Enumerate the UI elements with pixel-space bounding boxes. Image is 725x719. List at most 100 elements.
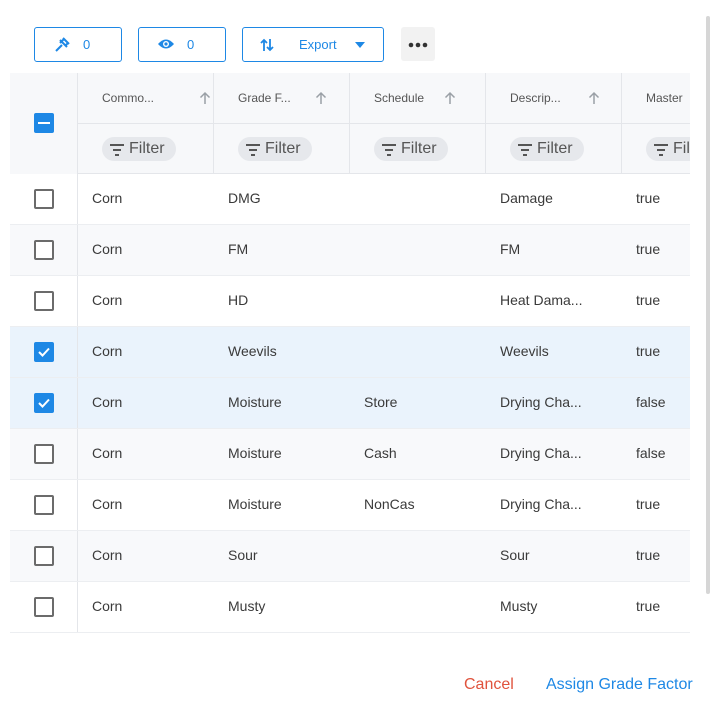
cell-commodity: Corn: [92, 292, 123, 308]
sort-arrow-up-icon[interactable]: [315, 91, 327, 108]
export-label: Export: [299, 37, 337, 52]
table-row[interactable]: Corn Sour Sour true: [10, 531, 690, 582]
cell-master: true: [636, 190, 661, 206]
column-header-label: Grade F...: [238, 91, 291, 105]
table-row[interactable]: Corn Moisture Cash Drying Cha... false: [10, 429, 690, 480]
row-select-cell: [10, 225, 78, 275]
row-checkbox[interactable]: [34, 240, 54, 260]
row-checkbox[interactable]: [34, 189, 54, 209]
filter-label: Filter: [129, 140, 165, 157]
row-select-cell: [10, 174, 78, 224]
select-all-checkbox[interactable]: [34, 113, 54, 133]
column-header-label: Schedule: [374, 91, 425, 105]
filter-label: Filter: [265, 140, 301, 157]
check-icon: [38, 398, 50, 408]
cell-grade-factor: HD: [228, 292, 249, 308]
row-select-cell: [10, 480, 78, 530]
swap-vertical-icon: [259, 37, 275, 53]
column-header[interactable]: Master: [622, 73, 690, 124]
more-horizontal-icon: [408, 35, 428, 53]
filter-button[interactable]: Filter: [646, 137, 690, 161]
cell-description: Weevils: [500, 343, 549, 359]
cell-master: true: [636, 496, 661, 512]
cell-master: false: [636, 394, 666, 410]
cell-schedule: Store: [364, 394, 398, 410]
visible-columns-button[interactable]: 0: [138, 27, 226, 62]
cell-schedule: NonCas: [364, 496, 415, 512]
table-row[interactable]: Corn Weevils Weevils true: [10, 327, 690, 378]
table-row[interactable]: Corn Moisture NonCas Drying Cha... true: [10, 480, 690, 531]
filter-label: Filter: [401, 140, 437, 157]
filter-icon: [518, 143, 532, 161]
pin-icon: [53, 36, 71, 54]
row-checkbox[interactable]: [34, 342, 54, 362]
filter-button[interactable]: Filter: [102, 137, 176, 161]
cell-description: FM: [500, 241, 521, 257]
table-row[interactable]: Corn Musty Musty true: [10, 582, 690, 633]
filter-cell: Filter: [622, 124, 690, 174]
caret-down-icon: [355, 42, 365, 48]
cell-description: Damage: [500, 190, 553, 206]
assign-grade-factor-button[interactable]: Assign Grade Factor: [546, 676, 693, 694]
eye-icon: [157, 37, 175, 51]
grade-factor-grid-panel: 0 0 Export Commo... Filter Grade F... Fi…: [10, 16, 690, 646]
cell-description: Sour: [500, 547, 530, 563]
pinned-count: 0: [83, 37, 91, 52]
row-checkbox[interactable]: [34, 444, 54, 464]
filter-cell: Filter: [214, 124, 350, 174]
filter-button[interactable]: Filter: [374, 137, 448, 161]
filter-icon: [654, 143, 668, 161]
row-checkbox[interactable]: [34, 495, 54, 515]
table-row[interactable]: Corn DMG Damage true: [10, 174, 690, 225]
table-row[interactable]: Corn HD Heat Dama... true: [10, 276, 690, 327]
column-header-label: Commo...: [102, 91, 155, 105]
cell-grade-factor: Musty: [228, 598, 266, 614]
cell-grade-factor: Sour: [228, 547, 258, 563]
cell-commodity: Corn: [92, 496, 123, 512]
cell-description: Heat Dama...: [500, 292, 583, 308]
cell-description: Drying Cha...: [500, 496, 582, 512]
cancel-button[interactable]: Cancel: [464, 676, 514, 694]
filter-button[interactable]: Filter: [238, 137, 312, 161]
row-checkbox[interactable]: [34, 546, 54, 566]
column-header[interactable]: Schedule: [350, 73, 486, 124]
more-options-button[interactable]: [401, 27, 435, 61]
sort-arrow-up-icon[interactable]: [588, 91, 600, 108]
column-header-label: Descrip...: [510, 91, 561, 105]
select-all-cell: [10, 73, 78, 174]
table-row[interactable]: Corn FM FM true: [10, 225, 690, 276]
column-header[interactable]: Commo...: [78, 73, 214, 124]
column-header[interactable]: Descrip...: [486, 73, 622, 124]
sort-arrow-up-icon[interactable]: [444, 91, 456, 108]
cell-description: Musty: [500, 598, 538, 614]
row-select-cell: [10, 429, 78, 479]
visible-count: 0: [187, 37, 195, 52]
cell-commodity: Corn: [92, 598, 123, 614]
cell-master: true: [636, 241, 661, 257]
vertical-scrollbar[interactable]: [706, 16, 710, 594]
cell-master: true: [636, 343, 661, 359]
cell-grade-factor: Moisture: [228, 394, 282, 410]
cell-grade-factor: FM: [228, 241, 249, 257]
row-select-cell: [10, 378, 78, 428]
row-checkbox[interactable]: [34, 291, 54, 311]
row-select-cell: [10, 276, 78, 326]
cell-grade-factor: Moisture: [228, 445, 282, 461]
column-header[interactable]: Grade F...: [214, 73, 350, 124]
cell-commodity: Corn: [92, 445, 123, 461]
filter-cell: Filter: [486, 124, 622, 174]
cell-grade-factor: Weevils: [228, 343, 277, 359]
filter-cell: Filter: [78, 124, 214, 174]
pinned-columns-button[interactable]: 0: [34, 27, 122, 62]
row-checkbox[interactable]: [34, 597, 54, 617]
table-row[interactable]: Corn Moisture Store Drying Cha... false: [10, 378, 690, 429]
cell-master: true: [636, 598, 661, 614]
column-header-label: Master: [646, 91, 683, 105]
filter-button[interactable]: Filter: [510, 137, 584, 161]
filter-icon: [246, 143, 260, 161]
cell-commodity: Corn: [92, 343, 123, 359]
cell-commodity: Corn: [92, 547, 123, 563]
export-button[interactable]: Export: [242, 27, 384, 62]
row-checkbox[interactable]: [34, 393, 54, 413]
sort-arrow-up-icon[interactable]: [199, 91, 211, 108]
